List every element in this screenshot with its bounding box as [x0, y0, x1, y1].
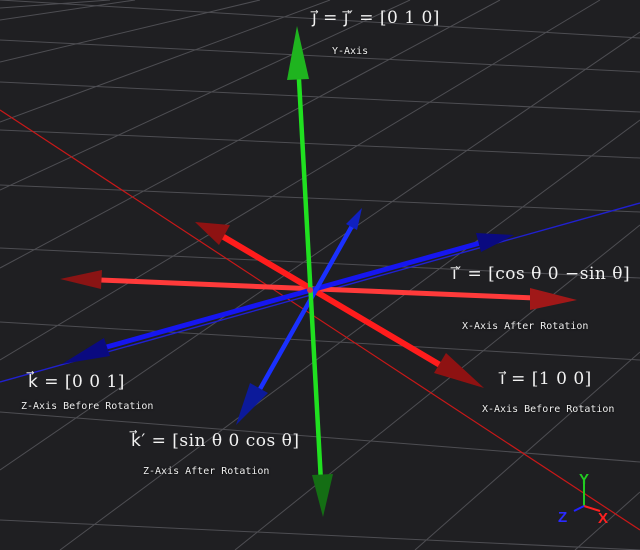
gizmo-y-label: Y [579, 471, 589, 488]
z-axis-before-rotation-caption: Z-Axis Before Rotation [21, 401, 154, 412]
z-axis-before-rotation-arrow [62, 233, 514, 364]
z-axis-after-rotation-arrow [236, 208, 362, 425]
z-axis-after-rotation-formula: k⃗′ = [sin θ 0 cos θ] [131, 431, 300, 451]
3d-viewport[interactable]: j⃗ = j⃗′ = [0 1 0] Y-Axis i⃗′ = [cos θ 0… [0, 0, 640, 550]
x-axis-before-rotation-formula: i⃗ = [1 0 0] [500, 369, 592, 389]
z-axis-after-rotation-caption: Z-Axis After Rotation [143, 466, 270, 477]
orientation-gizmo[interactable]: Y X Z [548, 468, 620, 530]
z-axis-before-rotation-formula: k⃗ = [0 0 1] [28, 372, 125, 392]
y-axis-caption: Y-Axis [332, 46, 369, 57]
x-axis-before-rotation-caption: X-Axis Before Rotation [482, 404, 615, 415]
x-axis-after-rotation-caption: X-Axis After Rotation [462, 321, 589, 332]
gizmo-x-label: X [598, 510, 608, 527]
y-axis-formula: j⃗ = j⃗′ = [0 1 0] [312, 8, 440, 28]
gizmo-z-axis [573, 505, 585, 512]
origin-point [307, 287, 313, 293]
gizmo-z-label: Z [558, 509, 567, 526]
x-axis-after-rotation-formula: i⃗′ = [cos θ 0 −sin θ] [452, 264, 631, 284]
